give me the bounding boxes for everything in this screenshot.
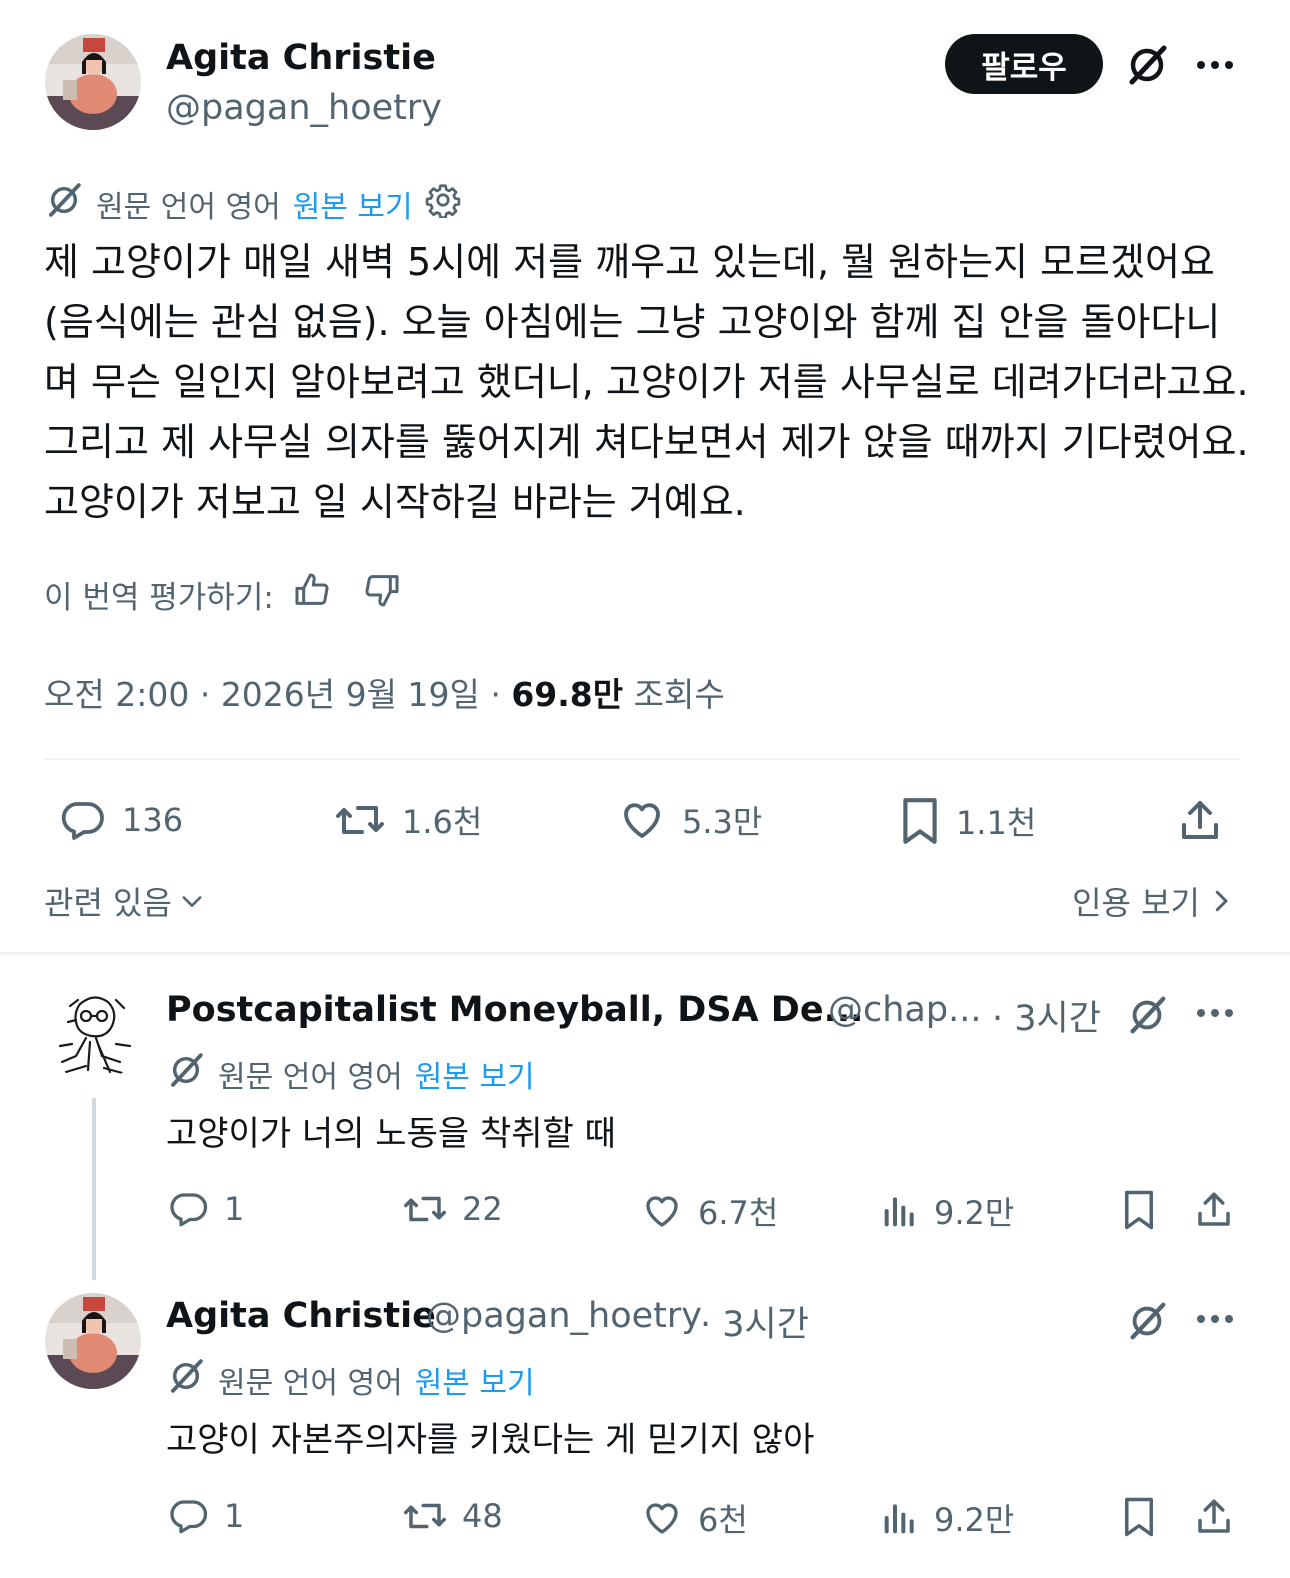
author-avatar[interactable] [45,34,141,130]
reply-avatar[interactable] [45,1293,141,1389]
like-button[interactable]: 6천 [640,1495,748,1541]
thumbs-down-icon[interactable] [362,570,402,618]
translation-label: 원문 언어 영어 [96,190,281,225]
view-quotes-link[interactable]: 인용 보기 [1072,878,1232,924]
like-icon [646,1196,678,1227]
bookmark-count: 1.1천 [956,804,1037,842]
bookmark-button[interactable]: 1.1천 [898,796,1036,846]
views-label: 조회수 [633,675,725,714]
reply-time[interactable]: · 3시간 [992,990,1101,1041]
tweet-meta: 오전 2:00 · 2026년 9월 19일 · 69.8만 조회수 [44,675,725,714]
views-count: 69.8만 [511,675,624,714]
like-count: 5.3만 [682,803,763,841]
translation-label: 원문 언어 영어 [218,1366,403,1401]
author-name[interactable]: Agita Christie [166,38,436,78]
reply-icon [170,1500,208,1534]
views-icon [884,1504,914,1534]
more-icon[interactable] [1192,998,1238,1028]
thread-connector [92,1098,96,1280]
reply-count: 136 [122,801,184,839]
views-button[interactable]: 9.2만 [880,1495,1014,1541]
reply-time[interactable]: · 3시간 [700,1296,809,1347]
translation-label: 원문 언어 영어 [218,1060,403,1095]
translate-icon [166,1356,206,1404]
share-icon[interactable] [1192,1495,1236,1539]
show-original-link[interactable]: 원본 보기 [415,1358,535,1402]
retweet-button[interactable]: 22 [402,1188,503,1230]
share-icon[interactable] [1174,796,1226,846]
grok-icon[interactable] [1124,1298,1170,1344]
more-icon[interactable] [1192,1304,1238,1334]
retweet-icon [336,806,384,834]
reply-author-name[interactable]: Agita Christie [166,1296,436,1336]
views-button[interactable]: 9.2만 [880,1188,1014,1234]
like-icon [624,803,660,838]
views-icon [884,1197,914,1227]
tweet-time[interactable]: 오전 2:00 [44,675,189,714]
divider [44,758,1240,760]
reply-button[interactable]: 136 [56,796,183,844]
retweet-count: 48 [462,1497,503,1535]
reply-icon [170,1193,208,1227]
retweet-button[interactable]: 48 [402,1495,503,1537]
share-icon[interactable] [1192,1188,1236,1232]
chevron-down-icon [182,896,202,907]
retweet-icon [404,1196,446,1222]
reply-button[interactable]: 1 [166,1188,244,1230]
translate-icon [44,180,84,228]
translation-info: 원문 언어 영어 원본 보기 [44,180,461,228]
rate-translation: 이 번역 평가하기: [44,570,402,618]
reply-text: 고양이가 너의 노동을 착취할 때 [166,1114,616,1154]
related-toggle[interactable]: 관련 있음 [44,878,206,924]
related-label: 관련 있음 [44,884,172,922]
grok-icon[interactable] [1124,992,1170,1038]
reply-count: 1 [224,1190,245,1228]
like-button[interactable]: 5.3만 [616,796,762,844]
reply-count: 1 [224,1497,245,1535]
views-count: 9.2만 [934,1194,1015,1232]
reply-author-name[interactable]: Postcapitalist Moneyball, DSA De... [166,990,863,1030]
grok-icon[interactable] [1122,42,1172,88]
reply-avatar[interactable] [46,986,142,1082]
retweet-icon [404,1503,446,1529]
follow-button[interactable]: 팔로우 [945,34,1103,94]
bookmark-icon[interactable] [1118,1495,1160,1539]
reply-author-handle[interactable]: @pagan_hoetry [426,1296,702,1336]
bookmark-icon [903,798,937,844]
retweet-button[interactable]: 1.6천 [332,796,482,844]
reply-button[interactable]: 1 [166,1495,244,1537]
like-count: 6.7천 [698,1194,779,1232]
show-original-link[interactable]: 원본 보기 [293,182,413,226]
reply-icon [61,802,104,840]
thumbs-up-icon[interactable] [292,570,332,618]
like-count: 6천 [698,1501,748,1539]
show-original-link[interactable]: 원본 보기 [415,1052,535,1096]
gear-icon[interactable] [425,182,461,226]
rate-label: 이 번역 평가하기: [44,579,274,616]
like-icon [646,1503,678,1534]
tweet-text: 제 고양이가 매일 새벽 5시에 저를 깨우고 있는데, 뭘 원하는지 모르겠어… [44,240,1249,524]
retweet-count: 1.6천 [402,803,483,841]
tweet-date[interactable]: 2026년 9월 19일 [221,675,480,714]
bookmark-icon[interactable] [1118,1188,1160,1232]
like-button[interactable]: 6.7천 [640,1188,778,1234]
author-handle[interactable]: @pagan_hoetry [166,88,442,128]
reply-author-handle[interactable]: @chap... [828,990,981,1030]
translate-icon [166,1050,206,1098]
retweet-count: 22 [462,1190,503,1228]
reply-translation-info: 원문 언어 영어 원본 보기 [166,1356,535,1404]
quotes-label: 인용 보기 [1072,884,1200,922]
chevron-right-icon [1215,890,1228,912]
reply-text: 고양이 자본주의자를 키웠다는 게 믿기지 않아 [166,1420,815,1460]
views-count: 9.2만 [934,1501,1015,1539]
more-icon[interactable] [1192,50,1238,80]
section-separator [0,952,1290,955]
reply-translation-info: 원문 언어 영어 원본 보기 [166,1050,535,1098]
